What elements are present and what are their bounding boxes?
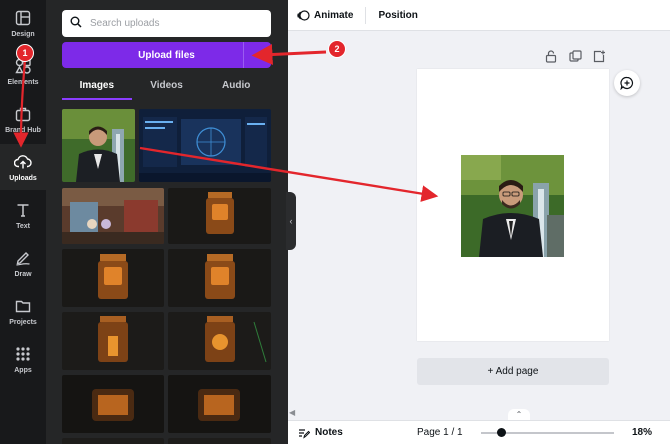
brand-hub-icon <box>14 105 32 123</box>
step-1-badge: 1 <box>16 44 34 62</box>
tab-videos[interactable]: Videos <box>132 74 202 100</box>
tab-audio[interactable]: Audio <box>201 74 271 100</box>
upload-thumbnail-game-item[interactable] <box>168 375 271 433</box>
page-indicator[interactable]: Page 1 / 1 <box>417 427 463 438</box>
step-2-badge: 2 <box>328 40 346 58</box>
upload-thumbnail-game-item[interactable] <box>62 312 164 370</box>
rail-item-projects[interactable]: Projects <box>0 288 46 334</box>
upload-thumbnail-game-item[interactable] <box>62 249 164 307</box>
chevron-left-icon: ‹ <box>289 216 293 226</box>
rail-item-label: Design <box>11 30 35 38</box>
rail-item-label: Uploads <box>9 174 37 182</box>
apps-icon <box>14 345 32 363</box>
upload-thumbnail-game-item[interactable] <box>168 188 271 244</box>
upload-thumbnail-game-item[interactable] <box>168 249 271 307</box>
rail-item-label: Text <box>16 222 30 230</box>
zoom-slider-handle[interactable] <box>497 428 506 437</box>
search-box[interactable] <box>62 10 271 37</box>
tab-images[interactable]: Images <box>62 74 132 100</box>
rail-item-draw[interactable]: Draw <box>0 240 46 286</box>
upload-options-button[interactable] <box>243 42 271 68</box>
placed-portrait-image[interactable] <box>461 155 564 257</box>
add-page-icon[interactable] <box>593 50 607 64</box>
notes-button[interactable]: Notes <box>298 427 343 439</box>
search-icon <box>70 15 82 33</box>
duplicate-page-icon[interactable] <box>569 50 583 64</box>
upload-thumbnail-game-item[interactable] <box>62 438 164 444</box>
search-input[interactable] <box>90 18 260 29</box>
upload-thumbnail-game-item[interactable] <box>168 438 271 444</box>
text-icon <box>14 201 32 219</box>
rail-item-text[interactable]: Text <box>0 192 46 238</box>
editor-toolbar: Animate Position <box>288 0 670 31</box>
rail-item-design[interactable]: Design <box>0 0 46 46</box>
rail-item-label: Apps <box>14 366 32 374</box>
design-icon <box>14 9 32 27</box>
uploads-panel: Upload files Images Videos Audio <box>46 0 288 444</box>
notes-icon <box>299 428 310 439</box>
toolbar-divider <box>365 6 367 24</box>
zoom-value[interactable]: 18% <box>632 427 652 438</box>
notes-label: Notes <box>315 427 343 438</box>
animate-label: Animate <box>314 9 354 21</box>
uploads-icon <box>14 153 32 171</box>
add-page-button[interactable]: + Add page <box>417 358 609 385</box>
position-button[interactable]: Position <box>378 10 417 21</box>
rail-item-label: Draw <box>14 270 32 278</box>
draw-icon <box>14 249 32 267</box>
upload-thumbnail-portrait[interactable] <box>62 109 135 182</box>
rail-item-label: Elements <box>7 78 39 86</box>
upload-thumbnail-game-item[interactable] <box>62 375 164 433</box>
rail-item-label: Projects <box>9 318 37 326</box>
animate-button[interactable]: Animate <box>297 9 353 22</box>
media-tabs: Images Videos Audio <box>62 74 271 100</box>
rail-item-brand-hub[interactable]: Brand Hub <box>0 96 46 142</box>
comment-add-icon <box>620 76 634 90</box>
upload-files-button[interactable]: Upload files <box>62 42 271 68</box>
projects-icon <box>14 297 32 315</box>
lock-icon[interactable] <box>545 50 559 64</box>
animate-icon <box>297 9 310 21</box>
rail-item-label: Brand Hub <box>5 126 41 134</box>
bottom-bar: Notes Page 1 / 1 18% <box>288 420 670 444</box>
upload-thumbnail-dashboard[interactable] <box>139 109 271 182</box>
upload-thumbnail-game-item[interactable] <box>168 312 271 370</box>
rail-item-uploads[interactable]: Uploads <box>0 144 46 190</box>
scroll-left-arrow-icon[interactable]: ◀ <box>289 408 295 417</box>
upload-thumbnail-game-scene[interactable] <box>62 188 164 244</box>
collapse-panel-button[interactable]: ‹ <box>286 192 296 250</box>
rail-item-apps[interactable]: Apps <box>0 336 46 382</box>
side-rail: Design Elements Brand Hub Uploads Text D… <box>0 0 46 444</box>
add-comment-button[interactable] <box>614 70 640 96</box>
